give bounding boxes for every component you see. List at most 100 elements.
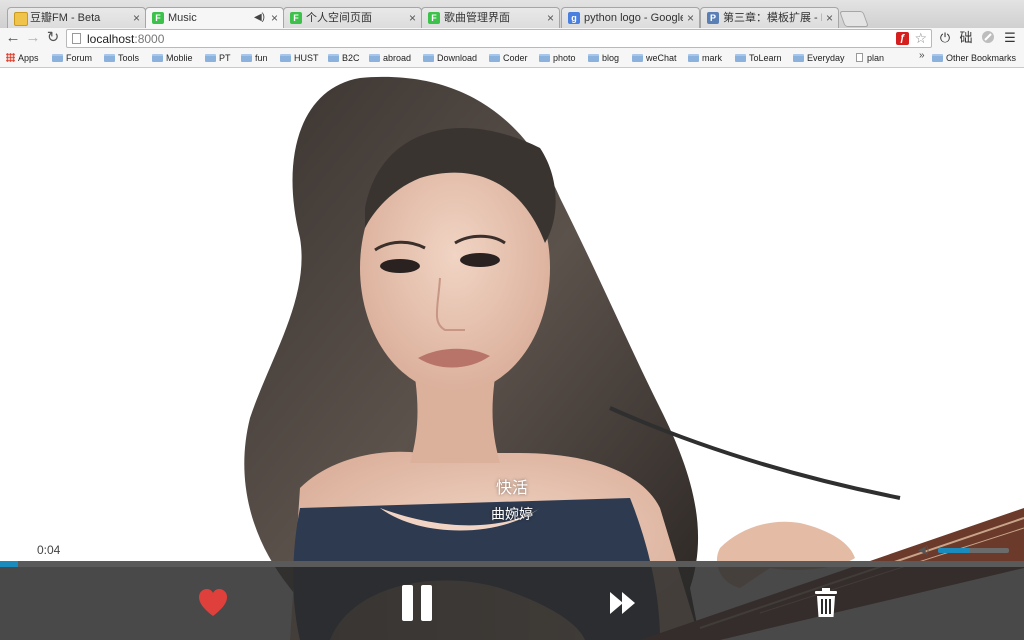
speaker-icon: ◀) <box>253 12 265 23</box>
tab-title: 第三章：模板扩展 - Introduction <box>723 12 822 24</box>
power-icon[interactable]: ⏻ <box>938 29 952 47</box>
folder-icon <box>539 54 550 62</box>
folder-icon <box>735 54 746 62</box>
tab-strip: 豆瓣FM - Beta × F Music ◀) × F 个人空间页面 × F … <box>0 0 1024 29</box>
bookmark-folder[interactable]: B2C <box>328 51 360 65</box>
forward-icon[interactable]: → <box>24 29 42 47</box>
trash-icon <box>815 588 837 617</box>
like-button[interactable] <box>193 583 233 623</box>
bookmark-label: B2C <box>342 53 360 63</box>
bookmark-label: fun <box>255 53 268 63</box>
url-host: localhost <box>87 32 135 46</box>
bookmark-label: Tools <box>118 53 140 63</box>
tab-personal-space[interactable]: F 个人空间页面 × <box>283 7 422 28</box>
bookmark-folder[interactable]: HUST <box>280 51 319 65</box>
fe-icon: F <box>290 12 302 24</box>
volume-slider[interactable] <box>938 548 1009 553</box>
bookmark-folder[interactable]: Forum <box>52 51 92 65</box>
pause-icon <box>402 585 432 621</box>
folder-icon <box>369 54 380 62</box>
close-icon[interactable]: × <box>133 8 140 28</box>
google-icon: g <box>568 12 580 24</box>
song-artist: 曲婉婷 <box>491 506 533 522</box>
address-bar[interactable]: localhost:8000 ƒ ☆ <box>66 29 932 48</box>
pause-button[interactable] <box>397 583 437 623</box>
bookmark-plan[interactable]: plan <box>856 51 884 65</box>
folder-icon <box>793 54 804 62</box>
tab-music[interactable]: F Music ◀) × <box>145 7 284 28</box>
bookmark-label: mark <box>702 53 722 63</box>
album-cover-image <box>0 68 1024 640</box>
menu-icon[interactable]: ☰ <box>1002 29 1018 47</box>
star-icon[interactable]: ☆ <box>914 30 927 47</box>
bookmark-folder[interactable]: abroad <box>369 51 411 65</box>
bookmark-label: photo <box>553 53 576 63</box>
folder-icon <box>632 54 643 62</box>
bookmark-folder[interactable]: ToLearn <box>735 51 782 65</box>
url-port: :8000 <box>134 32 165 46</box>
bookmark-label: plan <box>867 53 885 63</box>
extension-icon[interactable]: 础 <box>958 29 974 47</box>
tab-douban-fm[interactable]: 豆瓣FM - Beta × <box>7 7 146 28</box>
bookmark-other[interactable]: Other Bookmarks <box>932 51 1016 65</box>
bookmark-label: ToLearn <box>749 53 782 63</box>
close-icon[interactable]: × <box>271 8 278 28</box>
next-button[interactable] <box>602 583 642 623</box>
folder-icon <box>152 54 163 62</box>
bookmark-folder[interactable]: blog <box>588 51 619 65</box>
url-text[interactable]: localhost:8000 <box>87 32 164 46</box>
bookmark-folder[interactable]: Everyday <box>793 51 845 65</box>
bookmark-label: abroad <box>383 53 412 63</box>
close-icon[interactable]: × <box>547 8 554 28</box>
song-title: 快活 <box>495 480 528 497</box>
tab-template-intro[interactable]: P 第三章：模板扩展 - Introduction × <box>700 7 839 28</box>
volume-level <box>938 548 970 553</box>
bookmark-label: Download <box>437 53 478 63</box>
bookmark-label: Forum <box>66 53 93 63</box>
bookmark-folder[interactable]: Tools <box>104 51 139 65</box>
folder-icon <box>52 54 63 62</box>
bookmarks-overflow-icon[interactable]: » <box>919 50 925 61</box>
bookmark-label: Moblie <box>166 53 193 63</box>
bookmark-folder[interactable]: Moblie <box>152 51 193 65</box>
tab-title: Music <box>168 12 197 24</box>
folder-icon <box>688 54 699 62</box>
bookmark-folder[interactable]: Coder <box>489 51 528 65</box>
player-controls <box>0 567 1024 640</box>
bookmarks-bar: Apps Forum Tools Moblie PT fun HUST B2C … <box>0 49 1024 68</box>
new-tab-button[interactable] <box>839 11 869 27</box>
bookmark-folder[interactable]: photo <box>539 51 576 65</box>
bookmark-label: Other Bookmarks <box>946 53 1017 63</box>
flash-icon[interactable]: ƒ <box>896 32 909 45</box>
folder-icon <box>104 54 115 62</box>
folder-icon <box>489 54 500 62</box>
fe-icon: F <box>152 12 164 24</box>
close-icon[interactable]: × <box>409 8 416 28</box>
bookmark-label: Coder <box>503 53 528 63</box>
folder-icon <box>932 54 943 62</box>
music-player: 快活 曲婉婷 0:04 ◀) <box>0 68 1024 640</box>
folder-icon <box>241 54 252 62</box>
bookmark-folder[interactable]: Download <box>423 51 477 65</box>
p-icon: P <box>707 12 719 24</box>
fe-icon: F <box>428 12 440 24</box>
bookmark-folder[interactable]: weChat <box>632 51 677 65</box>
tab-google-search[interactable]: g python logo - Google Search × <box>561 7 700 28</box>
reload-icon[interactable]: ↻ <box>44 29 62 47</box>
bookmark-folder[interactable]: PT <box>205 51 231 65</box>
delete-button[interactable] <box>806 583 846 623</box>
bookmark-folder[interactable]: fun <box>241 51 268 65</box>
tab-title: python logo - Google Search <box>584 12 683 24</box>
volume-icon[interactable]: ◀) <box>918 545 929 556</box>
bookmark-label: Everyday <box>807 53 845 63</box>
close-icon[interactable]: × <box>826 8 833 28</box>
bookmark-folder[interactable]: mark <box>688 51 722 65</box>
close-icon[interactable]: × <box>687 8 694 28</box>
douban-fm-icon <box>14 12 28 26</box>
folder-icon <box>423 54 434 62</box>
tab-song-manager[interactable]: F 歌曲管理界面 × <box>421 7 560 28</box>
bookmark-apps[interactable]: Apps <box>6 51 39 65</box>
extension-circle-icon[interactable] <box>981 29 995 47</box>
back-icon[interactable]: ← <box>4 29 22 47</box>
now-playing-info: 快活 曲婉婷 <box>452 478 572 524</box>
